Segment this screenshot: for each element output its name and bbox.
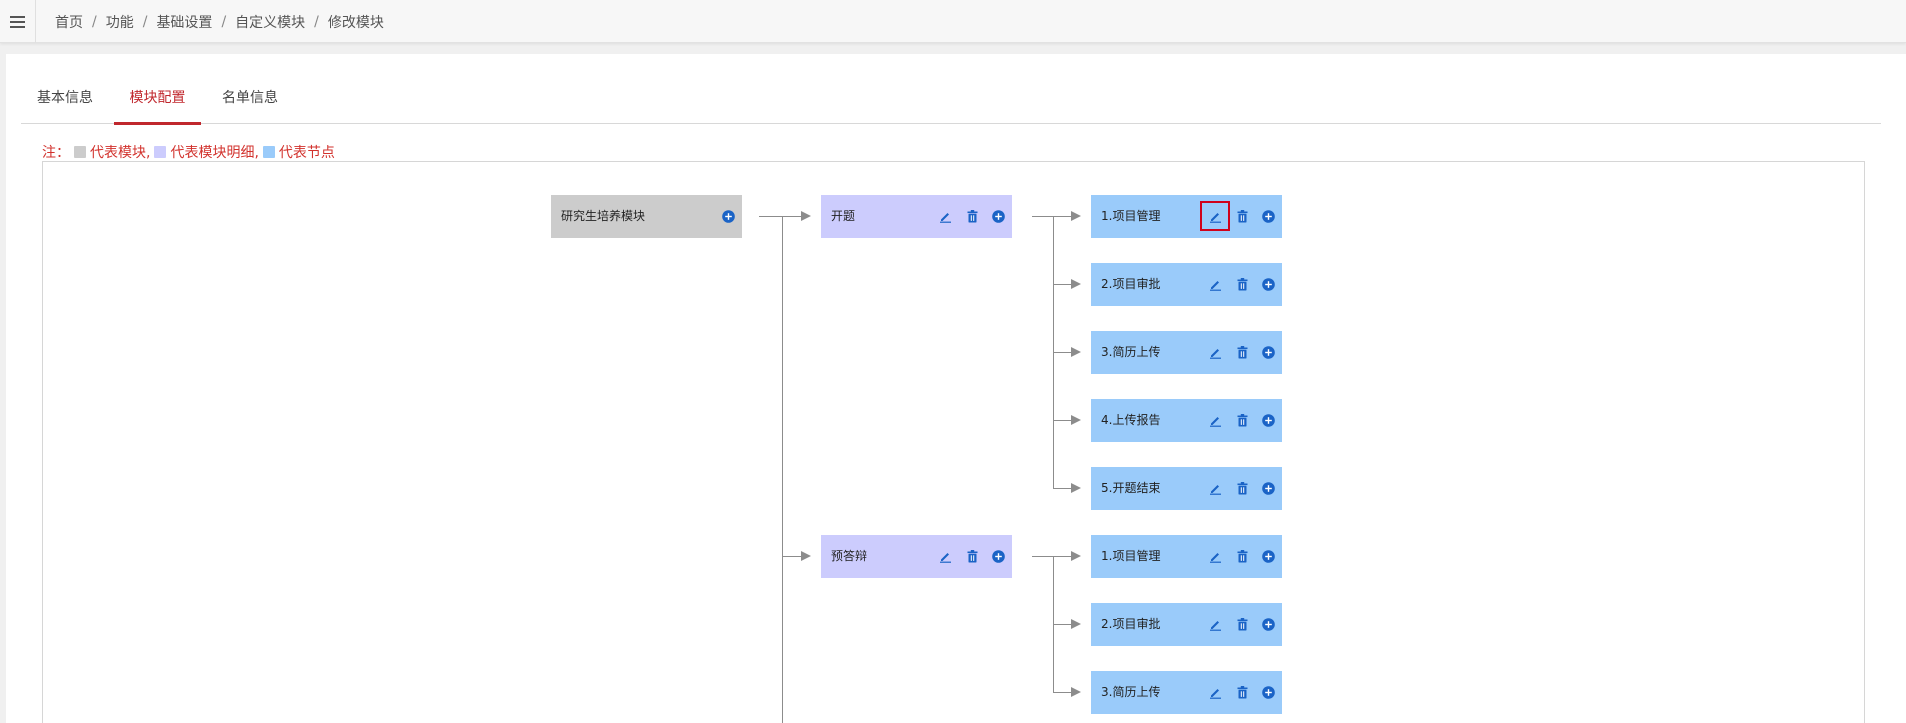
legend-point-swatch	[262, 146, 275, 158]
trash-icon[interactable]	[1234, 276, 1250, 292]
connector-line	[1053, 624, 1071, 625]
point-node-label: 3.简历上传	[1101, 345, 1161, 359]
trash-icon[interactable]	[1234, 412, 1250, 428]
edit-icon[interactable]	[1207, 276, 1223, 292]
connector-line	[1053, 420, 1071, 421]
add-circle-icon[interactable]	[1260, 548, 1276, 564]
add-circle-icon[interactable]	[1260, 684, 1276, 700]
connector-arrow	[1071, 211, 1081, 221]
point-node-label: 2.项目审批	[1101, 277, 1161, 291]
connector-arrow	[801, 211, 811, 221]
connector-line	[1032, 556, 1071, 557]
connector-line	[759, 216, 801, 217]
point-node: 5.开题结束	[1091, 467, 1282, 510]
connector-arrow	[1071, 687, 1081, 697]
add-circle-icon[interactable]	[1260, 480, 1276, 496]
module-node-label: 研究生培养模块	[561, 209, 646, 223]
legend-detail-swatch	[154, 146, 167, 158]
trash-icon[interactable]	[1234, 344, 1250, 360]
breadcrumb-custom-module[interactable]: 自定义模块	[235, 12, 305, 32]
top-bar: 首页 / 功能 / 基础设置 / 自定义模块 / 修改模块	[0, 0, 1906, 43]
connector-line	[1053, 352, 1071, 353]
detail-node-label: 预答辩	[831, 549, 868, 563]
breadcrumb-function[interactable]: 功能	[106, 12, 134, 32]
point-node-label: 4.上传报告	[1101, 413, 1161, 427]
connector-line	[782, 216, 783, 723]
trash-icon[interactable]	[1234, 208, 1250, 224]
edit-icon[interactable]	[1207, 616, 1223, 632]
trash-icon[interactable]	[964, 548, 980, 564]
connector-arrow	[1071, 415, 1081, 425]
add-circle-icon[interactable]	[720, 208, 736, 224]
connector-line	[1053, 488, 1071, 489]
add-circle-icon[interactable]	[990, 548, 1006, 564]
detail-node: 开题	[821, 195, 1012, 238]
point-node: 4.上传报告	[1091, 399, 1282, 442]
connector-arrow	[1071, 279, 1081, 289]
module-node: 研究生培养模块	[551, 195, 742, 238]
tab-list-info[interactable]: 名单信息	[206, 76, 294, 124]
legend: 注： 代表模块, 代表模块明细, 代表节点	[42, 142, 335, 162]
point-node-label: 5.开题结束	[1101, 481, 1161, 495]
legend-detail-text: 代表模块明细,	[170, 145, 259, 161]
connector-line	[782, 556, 801, 557]
connector-line	[1053, 692, 1071, 693]
connector-line	[1053, 284, 1071, 285]
edit-icon[interactable]	[1207, 412, 1223, 428]
tab-module-config[interactable]: 模块配置	[114, 76, 201, 125]
detail-node: 预答辩	[821, 535, 1012, 578]
legend-prefix: 注：	[42, 145, 70, 161]
connector-line	[1053, 216, 1054, 489]
edit-icon[interactable]	[1200, 201, 1230, 231]
connector-line	[1032, 216, 1071, 217]
add-circle-icon[interactable]	[1260, 344, 1276, 360]
add-circle-icon[interactable]	[1260, 276, 1276, 292]
connector-arrow	[1071, 347, 1081, 357]
module-tree-diagram: 研究生培养模块 开题 1.项目管理 2.项目审批 3.简历上传 4.上传报告 5.开题结束预…	[42, 161, 1865, 723]
trash-icon[interactable]	[1234, 684, 1250, 700]
trash-icon[interactable]	[1234, 548, 1250, 564]
tab-bar: 基本信息 模块配置 名单信息	[21, 76, 1881, 125]
point-node-label: 1.项目管理	[1101, 549, 1161, 563]
tab-basic-info[interactable]: 基本信息	[21, 76, 109, 124]
point-node: 2.项目审批	[1091, 603, 1282, 646]
connector-arrow	[801, 551, 811, 561]
connector-arrow	[1071, 483, 1081, 493]
add-circle-icon[interactable]	[1260, 208, 1276, 224]
edit-icon[interactable]	[1207, 548, 1223, 564]
connector-line	[1053, 556, 1054, 693]
trash-icon[interactable]	[964, 208, 980, 224]
legend-point-text: 代表节点	[278, 145, 335, 161]
point-node-label: 1.项目管理	[1101, 209, 1161, 223]
edit-icon[interactable]	[1207, 344, 1223, 360]
trash-icon[interactable]	[1234, 616, 1250, 632]
menu-toggle-icon[interactable]	[0, 0, 36, 43]
breadcrumb-home[interactable]: 首页	[55, 12, 83, 32]
edit-icon[interactable]	[937, 548, 953, 564]
edit-icon[interactable]	[1207, 684, 1223, 700]
legend-module-text: 代表模块,	[90, 145, 151, 161]
add-circle-icon[interactable]	[1260, 616, 1276, 632]
point-node: 1.项目管理	[1091, 195, 1282, 238]
point-node: 2.项目审批	[1091, 263, 1282, 306]
point-node: 3.简历上传	[1091, 671, 1282, 714]
point-node: 1.项目管理	[1091, 535, 1282, 578]
breadcrumb-current: 修改模块	[327, 15, 384, 31]
point-node-label: 3.简历上传	[1101, 685, 1161, 699]
trash-icon[interactable]	[1234, 480, 1250, 496]
connector-arrow	[1071, 619, 1081, 629]
breadcrumb: 首页 / 功能 / 基础设置 / 自定义模块 / 修改模块	[55, 12, 384, 32]
connector-arrow	[1071, 551, 1081, 561]
edit-icon[interactable]	[1207, 480, 1223, 496]
edit-icon[interactable]	[937, 208, 953, 224]
add-circle-icon[interactable]	[1260, 412, 1276, 428]
add-circle-icon[interactable]	[990, 208, 1006, 224]
breadcrumb-basic-settings[interactable]: 基础设置	[156, 12, 212, 32]
point-node-label: 2.项目审批	[1101, 617, 1161, 631]
point-node: 3.简历上传	[1091, 331, 1282, 374]
legend-module-swatch	[74, 146, 86, 158]
detail-node-label: 开题	[831, 209, 856, 223]
